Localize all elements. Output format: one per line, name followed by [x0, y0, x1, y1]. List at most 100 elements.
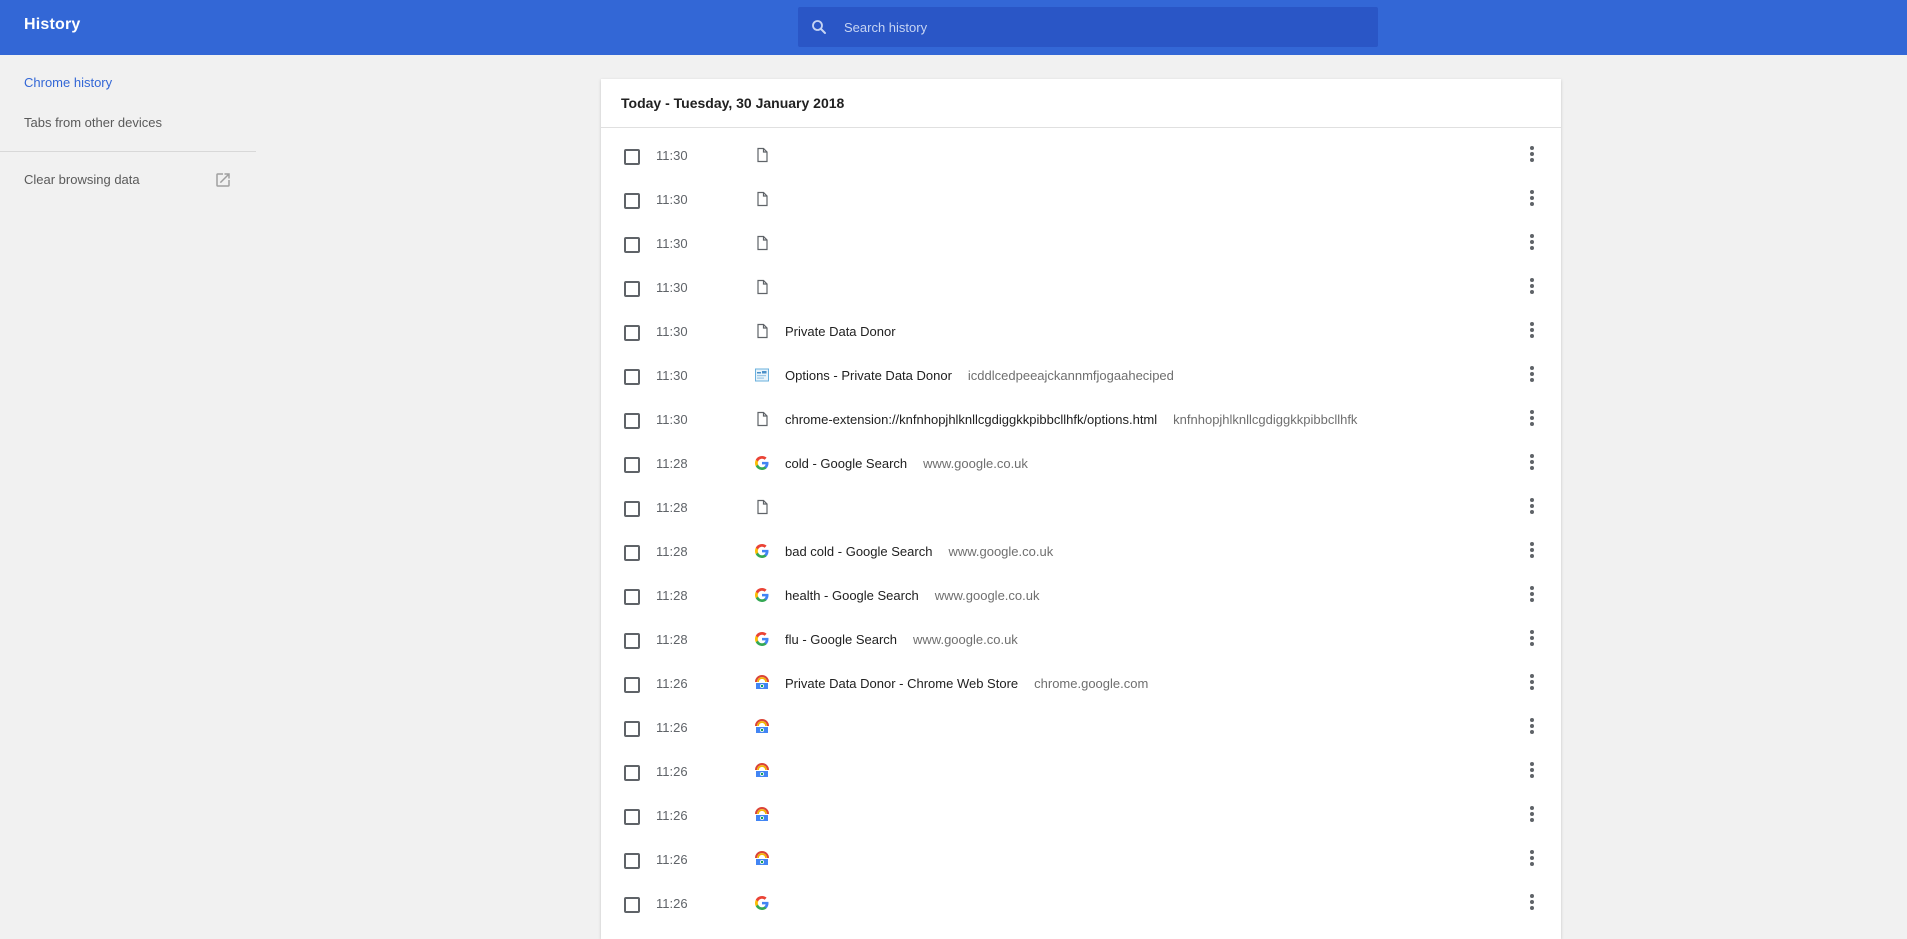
- history-row[interactable]: 11:26: [601, 707, 1561, 751]
- row-checkbox[interactable]: [624, 633, 640, 649]
- page-icon: [757, 235, 768, 251]
- row-menu-icon[interactable]: [1530, 542, 1534, 560]
- search-input[interactable]: [844, 7, 1364, 47]
- row-checkbox[interactable]: [624, 237, 640, 253]
- date-header: Today - Tuesday, 30 January 2018: [601, 79, 1561, 128]
- row-domain: icddlcedpeeajckannmfjogaaheciped: [967, 368, 1174, 383]
- row-checkbox[interactable]: [624, 193, 640, 209]
- row-checkbox[interactable]: [624, 589, 640, 605]
- row-title[interactable]: flu - Google Search: [785, 632, 897, 647]
- row-checkbox[interactable]: [624, 281, 640, 297]
- row-title-link[interactable]: Private Data Donor: [785, 324, 896, 339]
- history-row[interactable]: 11:26: [601, 795, 1561, 839]
- row-domain: knfnhopjhlknllcgdiggkkpibbcllhfk: [1173, 412, 1358, 427]
- row-title[interactable]: health - Google Search: [785, 588, 919, 603]
- row-checkbox[interactable]: [624, 765, 640, 781]
- history-row[interactable]: 11:28 bad cold - Google Search www.google.…: [601, 531, 1561, 575]
- row-menu-icon[interactable]: [1530, 410, 1534, 428]
- search-box[interactable]: [798, 7, 1378, 47]
- row-time: 11:30: [656, 280, 688, 295]
- row-checkbox[interactable]: [624, 677, 640, 693]
- history-row[interactable]: 11:28 cold - Google Search www.google.co.u…: [601, 443, 1561, 487]
- row-menu-icon[interactable]: [1530, 850, 1534, 868]
- row-menu-icon[interactable]: [1530, 454, 1534, 472]
- history-row[interactable]: 11:30 Private Data Donor: [601, 311, 1561, 355]
- row-domain: chrome.google.com: [1034, 676, 1149, 691]
- row-checkbox[interactable]: [624, 457, 640, 473]
- row-title[interactable]: bad cold - Google Search: [785, 544, 932, 559]
- row-title[interactable]: chrome-extension://knfnhopjhlknllcgdiggk…: [785, 412, 1157, 427]
- row-menu-icon[interactable]: [1530, 586, 1534, 604]
- row-title-link[interactable]: health - Google Search www.google.co.uk: [785, 588, 1039, 603]
- row-title[interactable]: Private Data Donor: [785, 324, 896, 339]
- page-icon: [757, 323, 768, 339]
- sidebar-item-chrome-history[interactable]: Chrome history: [24, 75, 112, 90]
- page-icon: [757, 279, 768, 295]
- open-in-new-icon[interactable]: [214, 171, 232, 189]
- row-checkbox[interactable]: [624, 325, 640, 341]
- row-time: 11:26: [656, 852, 688, 867]
- date-header-label: Today - Tuesday, 30 January 2018: [621, 95, 845, 111]
- row-title-link[interactable]: bad cold - Google Search www.google.co.uk: [785, 544, 1053, 559]
- row-menu-icon[interactable]: [1530, 718, 1534, 736]
- sidebar-item-tabs-other-devices[interactable]: Tabs from other devices: [24, 115, 162, 130]
- row-title-link[interactable]: cold - Google Search www.google.co.uk: [785, 456, 1028, 471]
- row-time: 11:26: [656, 896, 688, 911]
- row-checkbox[interactable]: [624, 413, 640, 429]
- row-time: 11:30: [656, 148, 688, 163]
- row-checkbox[interactable]: [624, 897, 640, 913]
- history-row[interactable]: 11:30: [601, 135, 1561, 179]
- history-row[interactable]: 11:30: [601, 179, 1561, 223]
- web-store-icon: [755, 675, 769, 689]
- row-menu-icon[interactable]: [1530, 762, 1534, 780]
- history-row[interactable]: 11:26: [601, 751, 1561, 795]
- history-row[interactable]: 11:28 flu - Google Search www.google.co.uk: [601, 619, 1561, 663]
- history-row[interactable]: 11:28: [601, 487, 1561, 531]
- row-menu-icon[interactable]: [1530, 498, 1534, 516]
- row-time: 11:30: [656, 368, 688, 383]
- row-menu-icon[interactable]: [1530, 630, 1534, 648]
- row-title[interactable]: Private Data Donor - Chrome Web Store: [785, 676, 1018, 691]
- row-checkbox[interactable]: [624, 149, 640, 165]
- row-menu-icon[interactable]: [1530, 146, 1534, 164]
- row-checkbox[interactable]: [624, 853, 640, 869]
- row-menu-icon[interactable]: [1530, 234, 1534, 252]
- row-menu-icon[interactable]: [1530, 278, 1534, 296]
- history-row[interactable]: 11:30 Options - Private Data Donor icddlce…: [601, 355, 1561, 399]
- row-checkbox[interactable]: [624, 809, 640, 825]
- row-checkbox[interactable]: [624, 501, 640, 517]
- row-time: 11:26: [656, 720, 688, 735]
- history-row[interactable]: 11:26: [601, 883, 1561, 927]
- row-time: 11:28: [656, 500, 688, 515]
- history-row[interactable]: 11:30: [601, 267, 1561, 311]
- page-icon: [757, 191, 768, 207]
- row-menu-icon[interactable]: [1530, 366, 1534, 384]
- history-row[interactable]: 11:30: [601, 223, 1561, 267]
- history-row[interactable]: 11:28 health - Google Search www.google.co…: [601, 575, 1561, 619]
- history-row[interactable]: 11:30 chrome-extension://knfnhopjhlknllcg…: [601, 399, 1561, 443]
- row-title-link[interactable]: chrome-extension://knfnhopjhlknllcgdiggk…: [785, 412, 1357, 427]
- row-checkbox[interactable]: [624, 545, 640, 561]
- row-title-link[interactable]: Options - Private Data Donor icddlcedpeea…: [785, 368, 1174, 383]
- row-domain: www.google.co.uk: [934, 588, 1040, 603]
- row-title[interactable]: Options - Private Data Donor: [785, 368, 952, 383]
- row-checkbox[interactable]: [624, 721, 640, 737]
- row-title[interactable]: cold - Google Search: [785, 456, 907, 471]
- row-domain: www.google.co.uk: [923, 456, 1028, 471]
- clear-browsing-data-link[interactable]: Clear browsing data: [24, 172, 140, 187]
- row-time: 11:30: [656, 192, 688, 207]
- web-store-icon: [755, 719, 769, 733]
- row-time: 11:30: [656, 236, 688, 251]
- history-row[interactable]: 11:26: [601, 839, 1561, 883]
- row-menu-icon[interactable]: [1530, 674, 1534, 692]
- row-menu-icon[interactable]: [1530, 806, 1534, 824]
- row-title-link[interactable]: flu - Google Search www.google.co.uk: [785, 632, 1018, 647]
- row-menu-icon[interactable]: [1530, 894, 1534, 912]
- search-icon[interactable]: [810, 18, 828, 36]
- row-menu-icon[interactable]: [1530, 322, 1534, 340]
- row-time: 11:28: [656, 632, 688, 647]
- row-checkbox[interactable]: [624, 369, 640, 385]
- row-menu-icon[interactable]: [1530, 190, 1534, 208]
- row-title-link[interactable]: Private Data Donor - Chrome Web Store chr…: [785, 676, 1148, 691]
- history-row[interactable]: 11:26 Private Data Donor - Chrome Web Sto…: [601, 663, 1561, 707]
